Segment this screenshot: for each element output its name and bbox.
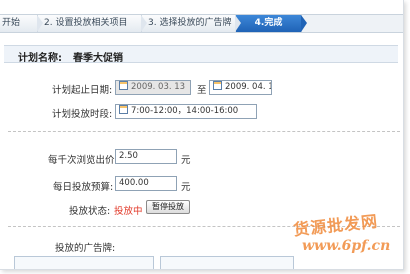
plan-name-label: 计划名称: (18, 53, 62, 64)
cpm-bid-unit: 元 (181, 155, 191, 166)
step-select-ads[interactable]: 3. 选择投放的广告牌 (142, 15, 241, 32)
date-range-label: 计划起止日期: (52, 85, 113, 96)
step-arrow-icon (37, 15, 43, 32)
daily-budget-label: 每日投放预算: (53, 182, 114, 193)
plan-name-bar: 计划名称: 春季大促销 (4, 45, 398, 64)
date-separator: 至 (197, 85, 207, 96)
step-complete[interactable]: 4.完成 (236, 15, 307, 32)
steps-filler (302, 15, 403, 32)
step-label: 2. 设置投放相关项目 (44, 18, 128, 28)
time-slot-value: 7:00-12:00，14:00-16:00 (131, 106, 239, 116)
calendar-icon[interactable] (213, 81, 222, 90)
time-slot-label: 计划投放时段: (52, 109, 113, 120)
start-date-value: 2009. 03. 13 (131, 82, 186, 92)
wizard-panel: 开始 2. 设置投放相关项目 3. 选择投放的广告牌 4.完成 计划名称: 春季… (0, 0, 404, 270)
step-arrow-icon (301, 15, 307, 32)
step-settings[interactable]: 2. 设置投放相关项目 (38, 15, 147, 32)
start-date-field[interactable]: 2009. 03. 13 (115, 80, 191, 95)
ad-board-card[interactable] (160, 256, 294, 269)
cpm-bid-label: 每千次浏览出价: (48, 155, 118, 166)
calendar-icon[interactable] (119, 81, 128, 90)
time-slot-field[interactable]: 7:00-12:00，14:00-16:00 (115, 104, 257, 119)
plan-name-value: 春季大促销 (73, 53, 123, 64)
step-label: 开始 (2, 18, 21, 28)
delivery-status-value: 投放中 (114, 206, 143, 217)
ad-board-card[interactable] (14, 256, 154, 269)
end-date-value: 2009. 04. 13 (225, 82, 271, 92)
end-date-field[interactable]: 2009. 04. 13 (209, 80, 272, 95)
daily-budget-input[interactable]: 400.00 (115, 176, 177, 191)
step-label: 4.完成 (254, 18, 283, 28)
ad-boards-label: 投放的广告牌: (55, 243, 116, 254)
pause-delivery-button[interactable]: 暂停投放 (146, 200, 190, 214)
step-label: 3. 选择投放的广告牌 (148, 18, 232, 28)
cpm-bid-input[interactable]: 2.50 (115, 149, 177, 164)
clock-icon[interactable] (119, 105, 128, 114)
delivery-status-label: 投放状态: (69, 206, 111, 217)
section-divider (8, 131, 400, 132)
daily-budget-unit: 元 (181, 182, 191, 193)
step-arrow-icon (141, 15, 147, 32)
wizard-steps: 开始 2. 设置投放相关项目 3. 选择投放的广告牌 4.完成 (0, 14, 403, 33)
watermark-logo: 货源批发网 (292, 211, 379, 240)
step-start[interactable]: 开始 (0, 15, 43, 32)
step-arrow-icon (235, 15, 241, 32)
watermark-url: www.6pf.cn (302, 238, 391, 254)
